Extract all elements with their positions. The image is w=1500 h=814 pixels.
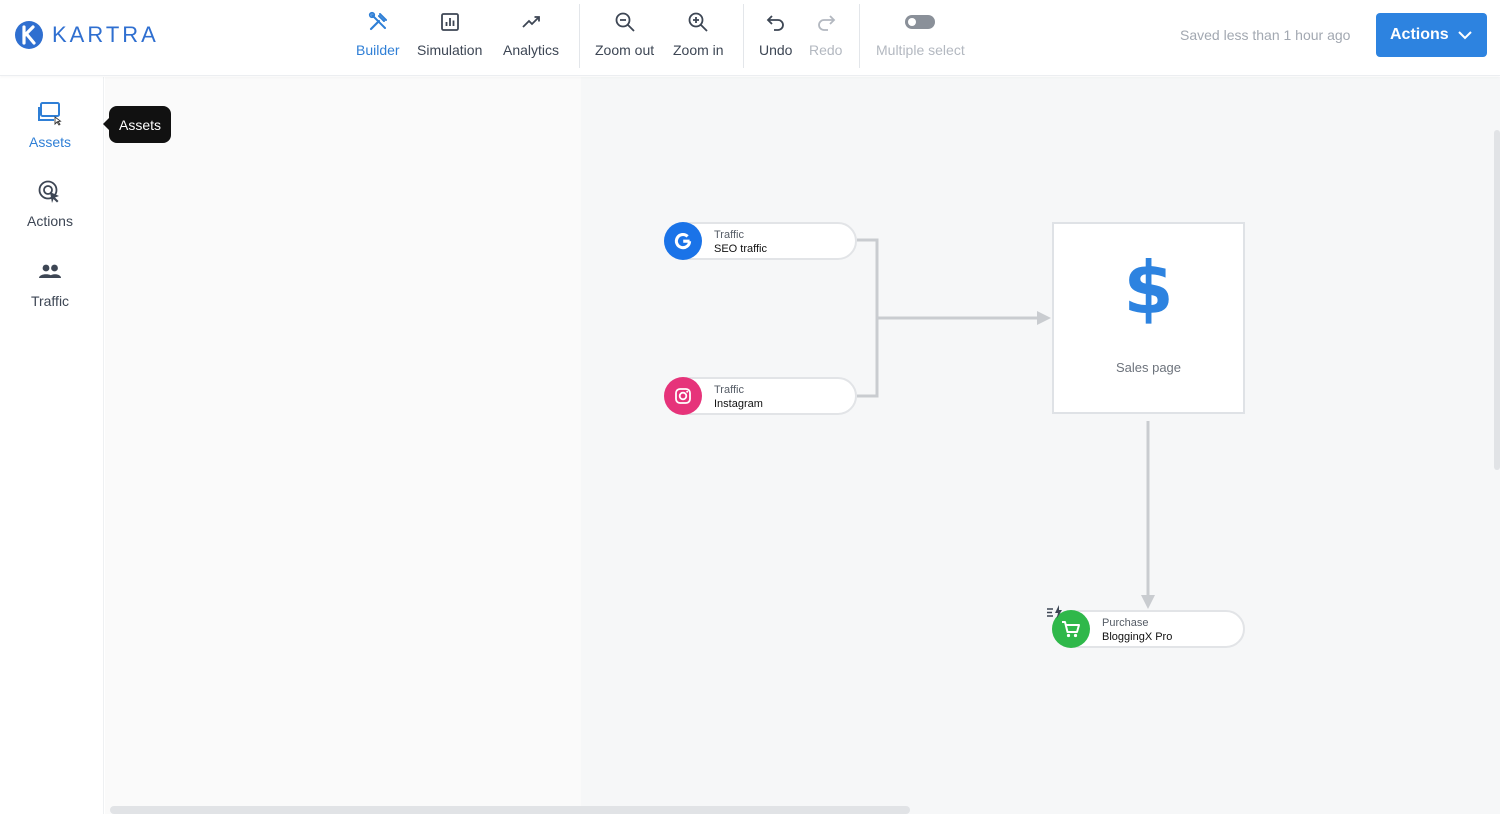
- undo-label: Undo: [759, 42, 793, 58]
- node-name-label: BloggingX Pro: [1102, 631, 1173, 643]
- zoom-out-label: Zoom out: [595, 42, 655, 58]
- multiple-select-toggle[interactable]: Multiple select: [876, 8, 965, 68]
- redo-button[interactable]: Redo: [809, 8, 842, 68]
- save-status: Saved less than 1 hour ago: [1180, 27, 1351, 43]
- top-toolbar: KARTRA Builder Simulation Analytics Zoom…: [0, 0, 1500, 76]
- node-type-label: Purchase: [1102, 617, 1149, 629]
- simulation-label: Simulation: [417, 42, 483, 58]
- builder-button[interactable]: Builder: [356, 8, 400, 68]
- funnel-canvas[interactable]: [105, 77, 1500, 814]
- analytics-button[interactable]: Analytics: [503, 8, 559, 68]
- zoom-in-button[interactable]: Zoom in: [673, 8, 724, 68]
- automation-bolt-icon[interactable]: [1046, 604, 1064, 620]
- zoom-in-label: Zoom in: [673, 42, 724, 58]
- left-sidebar: Assets Actions Traffic: [0, 77, 104, 814]
- sidebar-item-label: Actions: [27, 213, 73, 229]
- funnel-builder-app: KARTRA Builder Simulation Analytics Zoom…: [0, 0, 1500, 814]
- toggle-switch-icon[interactable]: [905, 15, 936, 29]
- traffic-node-instagram[interactable]: Traffic Instagram: [664, 377, 857, 415]
- undo-button[interactable]: Undo: [759, 8, 792, 68]
- instagram-icon: [664, 377, 702, 415]
- node-name-label: Instagram: [714, 398, 763, 410]
- toolbar-divider: [579, 4, 580, 68]
- sidebar-item-label: Traffic: [30, 293, 70, 309]
- sidebar-item-actions[interactable]: Actions: [0, 179, 100, 241]
- actions-dropdown-button[interactable]: Actions: [1376, 13, 1487, 57]
- traffic-icon: [39, 264, 61, 278]
- chart-box-icon: [440, 13, 459, 31]
- trending-up-icon: [522, 16, 540, 28]
- actions-icon: [38, 180, 59, 203]
- node-name-label: SEO traffic: [714, 243, 767, 255]
- simulation-button[interactable]: Simulation: [417, 8, 482, 68]
- tools-icon: [368, 11, 387, 31]
- assets-icon: [38, 102, 62, 126]
- actions-button-label: Actions: [1390, 26, 1449, 43]
- sales-page-node[interactable]: $ Sales page: [1052, 222, 1245, 414]
- sidebar-item-traffic[interactable]: Traffic: [0, 259, 100, 321]
- sidebar-item-assets[interactable]: Assets: [0, 100, 100, 162]
- google-icon: [664, 222, 702, 260]
- zoom-out-button[interactable]: Zoom out: [595, 8, 654, 68]
- horizontal-scrollbar[interactable]: [110, 806, 910, 814]
- assets-tooltip: Assets: [102, 106, 172, 143]
- undo-icon: [766, 15, 784, 31]
- traffic-node-seo[interactable]: Traffic SEO traffic: [664, 222, 857, 260]
- zoom-out-icon: [615, 12, 635, 32]
- multiple-select-label: Multiple select: [876, 42, 965, 58]
- redo-label: Redo: [809, 42, 843, 58]
- builder-label: Builder: [356, 42, 400, 58]
- toolbar-divider: [859, 4, 860, 68]
- redo-icon: [817, 15, 836, 31]
- kartra-logo[interactable]: KARTRA: [14, 19, 159, 51]
- brand-name: KARTRA: [52, 22, 159, 47]
- node-type-label: Traffic: [714, 229, 744, 241]
- analytics-label: Analytics: [503, 42, 560, 58]
- chevron-down-icon: [1458, 31, 1472, 40]
- toolbar-divider: [743, 4, 744, 68]
- vertical-scrollbar[interactable]: [1494, 130, 1500, 470]
- sidebar-item-label: Assets: [28, 134, 71, 150]
- node-type-label: Traffic: [714, 384, 744, 396]
- dollar-icon: $: [1123, 246, 1174, 330]
- purchase-node[interactable]: Purchase BloggingX Pro: [1052, 610, 1245, 648]
- canvas-left-panel: [105, 77, 581, 814]
- zoom-in-icon: [688, 12, 708, 32]
- node-name-label: Sales page: [1115, 360, 1182, 375]
- kartra-logo-icon: [15, 21, 43, 49]
